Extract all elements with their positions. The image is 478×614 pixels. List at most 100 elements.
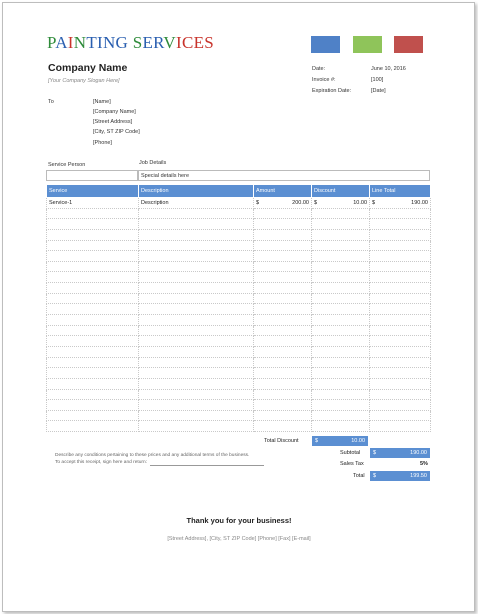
table-cell[interactable] xyxy=(253,250,312,262)
table-cell[interactable] xyxy=(311,293,370,305)
table-row[interactable] xyxy=(46,282,431,294)
table-cell[interactable] xyxy=(311,335,370,347)
table-cell[interactable] xyxy=(253,346,312,358)
table-cell[interactable] xyxy=(253,410,312,422)
table-cell[interactable] xyxy=(311,389,370,401)
job-details-field[interactable]: Special details here xyxy=(138,170,430,181)
table-cell[interactable] xyxy=(46,240,139,252)
table-row[interactable] xyxy=(46,261,431,273)
table-cell[interactable] xyxy=(369,378,431,390)
table-row[interactable] xyxy=(46,389,431,401)
table-cell[interactable] xyxy=(46,293,139,305)
table-cell[interactable] xyxy=(369,367,431,379)
table-cell[interactable] xyxy=(253,293,312,305)
table-cell[interactable] xyxy=(369,399,431,411)
table-row[interactable] xyxy=(46,367,431,379)
table-cell[interactable] xyxy=(369,420,431,433)
table-cell[interactable] xyxy=(138,378,254,390)
table-cell[interactable] xyxy=(311,399,370,411)
table-cell[interactable] xyxy=(46,325,139,337)
table-cell[interactable] xyxy=(138,367,254,379)
table-cell[interactable] xyxy=(253,399,312,411)
table-cell[interactable] xyxy=(369,335,431,347)
table-cell[interactable] xyxy=(369,282,431,294)
table-cell[interactable] xyxy=(46,346,139,358)
table-cell[interactable] xyxy=(138,208,254,220)
table-cell[interactable] xyxy=(46,208,139,220)
table-cell[interactable] xyxy=(46,218,139,230)
table-cell[interactable] xyxy=(369,325,431,337)
table-cell[interactable] xyxy=(369,303,431,316)
table-cell[interactable] xyxy=(138,240,254,252)
cell-description[interactable]: Description xyxy=(138,197,254,209)
table-cell[interactable] xyxy=(369,271,431,284)
table-cell[interactable] xyxy=(253,261,312,273)
service-person-field[interactable] xyxy=(46,170,138,181)
table-cell[interactable] xyxy=(253,378,312,390)
table-cell[interactable] xyxy=(46,303,139,316)
table-row[interactable] xyxy=(46,399,431,411)
table-cell[interactable] xyxy=(253,208,312,220)
table-cell[interactable] xyxy=(369,410,431,422)
table-cell[interactable] xyxy=(253,271,312,284)
table-cell[interactable] xyxy=(46,378,139,390)
table-cell[interactable] xyxy=(138,399,254,411)
table-cell[interactable] xyxy=(138,335,254,347)
table-cell[interactable] xyxy=(311,367,370,379)
table-row[interactable] xyxy=(46,314,431,326)
table-cell[interactable] xyxy=(311,378,370,390)
table-cell[interactable] xyxy=(311,229,370,241)
table-cell[interactable] xyxy=(138,218,254,230)
table-row[interactable] xyxy=(46,271,431,284)
table-cell[interactable] xyxy=(138,420,254,433)
table-cell[interactable] xyxy=(311,357,370,369)
table-cell[interactable] xyxy=(138,389,254,401)
table-cell[interactable] xyxy=(311,240,370,252)
table-row[interactable]: Service-1 Description $200.00 $10.00 $19… xyxy=(46,197,431,209)
table-cell[interactable] xyxy=(46,271,139,284)
table-cell[interactable] xyxy=(138,346,254,358)
table-cell[interactable] xyxy=(369,250,431,262)
table-cell[interactable] xyxy=(138,282,254,294)
table-cell[interactable] xyxy=(253,357,312,369)
table-cell[interactable] xyxy=(253,335,312,347)
table-cell[interactable] xyxy=(46,282,139,294)
table-cell[interactable] xyxy=(138,303,254,316)
table-cell[interactable] xyxy=(138,293,254,305)
table-cell[interactable] xyxy=(253,314,312,326)
table-cell[interactable] xyxy=(369,240,431,252)
table-cell[interactable] xyxy=(46,261,139,273)
table-row[interactable] xyxy=(46,357,431,369)
table-cell[interactable] xyxy=(253,218,312,230)
table-cell[interactable] xyxy=(311,261,370,273)
table-cell[interactable] xyxy=(311,420,370,433)
table-cell[interactable] xyxy=(46,389,139,401)
table-cell[interactable] xyxy=(311,314,370,326)
table-cell[interactable] xyxy=(311,208,370,220)
table-cell[interactable] xyxy=(369,208,431,220)
table-cell[interactable] xyxy=(46,420,139,433)
table-cell[interactable] xyxy=(138,271,254,284)
table-row[interactable] xyxy=(46,378,431,390)
table-row[interactable] xyxy=(46,410,431,422)
table-cell[interactable] xyxy=(311,303,370,316)
table-cell[interactable] xyxy=(138,314,254,326)
table-cell[interactable] xyxy=(369,389,431,401)
table-cell[interactable] xyxy=(369,229,431,241)
table-row[interactable] xyxy=(46,325,431,337)
table-cell[interactable] xyxy=(253,367,312,379)
table-cell[interactable] xyxy=(253,240,312,252)
table-row[interactable] xyxy=(46,229,431,241)
table-row[interactable] xyxy=(46,303,431,316)
table-row[interactable] xyxy=(46,218,431,230)
table-cell[interactable] xyxy=(253,282,312,294)
table-cell[interactable] xyxy=(46,399,139,411)
table-cell[interactable] xyxy=(253,303,312,316)
table-cell[interactable] xyxy=(46,314,139,326)
table-cell[interactable] xyxy=(46,367,139,379)
table-cell[interactable] xyxy=(253,229,312,241)
table-row[interactable] xyxy=(46,335,431,347)
table-cell[interactable] xyxy=(311,346,370,358)
table-cell[interactable] xyxy=(369,261,431,273)
table-cell[interactable] xyxy=(138,325,254,337)
